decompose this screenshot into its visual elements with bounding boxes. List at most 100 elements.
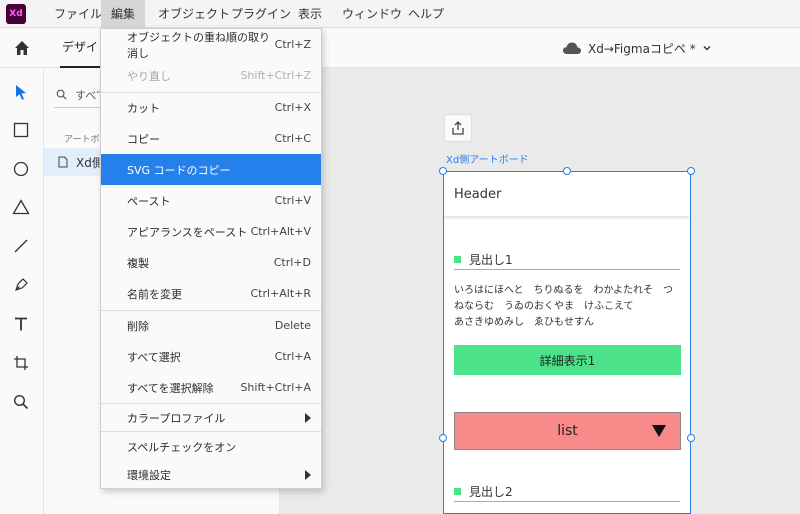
menu-item-shortcut: Ctrl+Alt+V <box>250 225 311 238</box>
ellipse-icon <box>13 161 29 177</box>
ellipse-tool[interactable] <box>6 154 36 184</box>
line-icon <box>14 239 28 253</box>
share-button[interactable] <box>444 114 472 142</box>
triangle-icon <box>12 199 30 215</box>
menu-item-label: SVG コードのコピー <box>127 163 231 177</box>
artboard-header: Header <box>444 172 690 216</box>
menu-item-shortcut: Ctrl+D <box>273 256 311 269</box>
menu-item-delete[interactable]: 削除 Delete <box>101 310 321 341</box>
home-icon <box>15 41 29 55</box>
menu-item-label: スペルチェックをオン <box>127 440 237 454</box>
menu-item-paste-appearance[interactable]: アピアランスをペースト Ctrl+Alt+V <box>101 216 321 247</box>
arrow-select-icon <box>16 85 26 100</box>
menu-item-shortcut: Shift+Ctrl+Z <box>240 69 311 82</box>
resize-handle[interactable] <box>687 167 695 175</box>
menu-item-deselect-all[interactable]: すべてを選択解除 Shift+Ctrl+A <box>101 372 321 403</box>
share-icon <box>452 121 464 135</box>
polygon-tool[interactable] <box>6 192 36 222</box>
artboard-tool[interactable] <box>6 348 36 378</box>
menu-item-shortcut: Ctrl+X <box>274 101 311 114</box>
menu-item-label: コピー <box>127 132 160 146</box>
menu-item-shortcut: Ctrl+C <box>274 132 311 145</box>
resize-handle[interactable] <box>563 167 571 175</box>
rectangle-tool[interactable] <box>6 115 36 145</box>
menu-item-shortcut: Shift+Ctrl+A <box>240 381 311 394</box>
menu-item-shortcut: Ctrl+V <box>274 194 311 207</box>
heading-marker <box>454 256 461 263</box>
caret-down-icon <box>652 425 666 437</box>
menu-item-copy-svg[interactable]: SVG コードのコピー <box>101 154 321 185</box>
menu-item-label: すべてを選択解除 <box>127 381 214 395</box>
tools-panel <box>0 68 44 514</box>
document-title[interactable]: Xd→Figmaコピペ * <box>562 28 712 68</box>
menu-item-paste[interactable]: ペースト Ctrl+V <box>101 185 321 216</box>
line-tool[interactable] <box>6 231 36 261</box>
body-line-1: いろはにほへと ちりぬるを わかよたれそ つ <box>454 285 673 296</box>
document-title-text: Xd→Figmaコピペ * <box>588 41 696 56</box>
zoom-tool[interactable] <box>6 387 36 417</box>
menu-item-spellcheck[interactable]: スペルチェックをオン <box>101 431 321 462</box>
menu-item-copy[interactable]: コピー Ctrl+C <box>101 123 321 154</box>
menu-item-label: カラープロファイル <box>127 411 226 425</box>
menu-item-duplicate[interactable]: 複製 Ctrl+D <box>101 247 321 278</box>
menu-item-preferences[interactable]: 環境設定 <box>101 459 321 490</box>
menu-item-shortcut: Ctrl+Z <box>274 38 311 51</box>
menu-item-label: 複製 <box>127 256 149 270</box>
body-line-2: ねならむ うゐのおくやま けふこえて <box>454 301 634 312</box>
menu-item-rename[interactable]: 名前を変更 Ctrl+Alt+R <box>101 278 321 309</box>
artboard-icon <box>14 356 28 370</box>
menu-item-select-all[interactable]: すべて選択 Ctrl+A <box>101 341 321 372</box>
submenu-arrow-icon <box>305 412 311 423</box>
menu-item-label: ペースト <box>127 194 171 208</box>
pen-tool[interactable] <box>6 270 36 300</box>
heading-1: 見出し1 <box>454 250 680 270</box>
heading-2-text: 見出し2 <box>469 485 513 499</box>
layer-section-label: アートボ <box>64 135 100 145</box>
search-icon <box>56 89 67 100</box>
submenu-arrow-icon <box>305 469 311 480</box>
body-text: いろはにほへと ちりぬるを わかよたれそ つ ねならむ うゐのおくやま けふこえ… <box>454 283 684 331</box>
heading-2: 見出し2 <box>454 482 680 502</box>
menu-item-label: アピアランスをペースト <box>127 225 248 239</box>
menu-item-color-profile[interactable]: カラープロファイル <box>101 402 321 433</box>
menu-item-label: 環境設定 <box>127 468 171 482</box>
menu-item-cut[interactable]: カット Ctrl+X <box>101 92 321 123</box>
menu-item-label: オブジェクトの重ね順の取り消し <box>127 30 270 60</box>
list-select-label: list <box>557 423 578 439</box>
menu-item-redo[interactable]: やり直し Shift+Ctrl+Z <box>101 60 321 91</box>
menu-edit[interactable]: 編集 <box>101 0 146 28</box>
resize-handle[interactable] <box>687 434 695 442</box>
xd-app-icon: Xd <box>6 4 26 24</box>
pen-icon <box>15 278 28 291</box>
cloud-icon <box>563 42 581 54</box>
home-button[interactable] <box>0 28 44 68</box>
list-select[interactable]: list <box>454 412 681 450</box>
menu-item-shortcut: Ctrl+Alt+R <box>250 287 311 300</box>
menu-item-shortcut: Ctrl+A <box>274 350 311 363</box>
body-line-3: あさきゆめみし ゑひもせすん <box>454 317 594 328</box>
menu-item-undo[interactable]: オブジェクトの重ね順の取り消し Ctrl+Z <box>101 29 321 60</box>
heading-1-text: 見出し1 <box>469 253 513 267</box>
menu-item-label: すべて選択 <box>127 350 181 364</box>
edit-menu-dropdown: オブジェクトの重ね順の取り消し Ctrl+Z やり直し Shift+Ctrl+Z… <box>100 28 322 489</box>
menu-item-label: 名前を変更 <box>127 287 182 301</box>
menu-item-label: 削除 <box>127 319 149 333</box>
text-tool[interactable] <box>6 309 36 339</box>
chevron-down-icon <box>703 46 711 51</box>
rectangle-icon <box>13 122 29 138</box>
text-icon <box>15 317 27 331</box>
resize-handle[interactable] <box>439 434 447 442</box>
menu-item-label: カット <box>127 101 160 115</box>
select-tool[interactable] <box>6 77 36 107</box>
magnifier-icon <box>13 394 29 410</box>
menu-item-shortcut: Delete <box>274 319 311 332</box>
detail-button[interactable]: 詳細表示1 <box>454 345 681 375</box>
menu-help[interactable]: ヘルプ <box>398 0 454 28</box>
artboard[interactable]: Header 見出し1 いろはにほへと ちりぬるを わかよたれそ つ ねならむ … <box>443 171 691 514</box>
menu-view[interactable]: 表示 <box>288 0 332 28</box>
menu-item-label: やり直し <box>127 69 171 83</box>
menubar: Xd ファイル 編集 オブジェクト プラグイン 表示 ウィンドウ ヘルプ <box>0 0 800 28</box>
artboard-name-label[interactable]: Xd側アートボード <box>446 151 529 166</box>
resize-handle[interactable] <box>439 167 447 175</box>
artboard-doc-icon <box>58 156 68 168</box>
